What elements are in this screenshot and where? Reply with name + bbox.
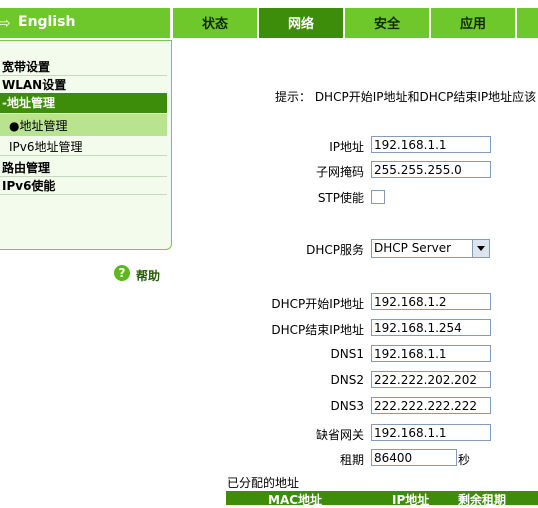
dns3-label: DNS3: [330, 399, 364, 413]
sidebar-item-wlan[interactable]: WLAN设置: [0, 76, 167, 94]
arrow-right-icon: ⇨: [0, 14, 11, 32]
tab-application[interactable]: 应用: [431, 8, 515, 38]
assigned-addresses-title: 已分配的地址: [227, 476, 300, 490]
sidebar: 宽带设置 WLAN设置 -地址管理 ●地址管理 IPv6地址管理 路由管理 IP…: [0, 40, 172, 283]
language-switch[interactable]: ⇨ English: [0, 8, 170, 38]
dhcp-service-select[interactable]: DHCP Server: [371, 239, 490, 258]
sidebar-subitem-ipv6-address[interactable]: IPv6地址管理: [0, 138, 167, 156]
language-label: English: [18, 14, 76, 30]
help-label: 帮助: [136, 269, 161, 283]
lease-input[interactable]: [371, 449, 457, 466]
column-header-lease-remaining: 剩余租期: [458, 493, 507, 507]
stp-label: STP使能: [317, 191, 364, 205]
lease-unit: 秒: [458, 453, 471, 467]
dhcp-start-input[interactable]: [371, 293, 491, 310]
tab-security[interactable]: 安全: [345, 8, 429, 38]
lease-label: 租期: [339, 453, 364, 467]
dhcp-start-label: DHCP开始IP地址: [271, 297, 364, 311]
tab-more[interactable]: [517, 8, 538, 38]
dns2-label: DNS2: [330, 373, 364, 387]
dns1-label: DNS1: [330, 347, 364, 361]
sidebar-subitem-address-management[interactable]: ●地址管理: [0, 114, 167, 136]
subnet-mask-label: 子网掩码: [315, 165, 364, 179]
dhcp-end-label: DHCP结束IP地址: [271, 323, 364, 337]
sidebar-item-routing[interactable]: 路由管理: [0, 159, 167, 177]
column-header-ip: IP地址: [392, 493, 430, 507]
tab-status[interactable]: 状态: [173, 8, 257, 38]
ip-label: IP地址: [329, 140, 364, 154]
dhcp-service-label: DHCP服务: [306, 243, 364, 257]
subnet-mask-input[interactable]: [371, 161, 491, 178]
dhcp-end-input[interactable]: [371, 319, 491, 336]
dhcp-service-value: DHCP Server: [374, 241, 452, 255]
gateway-label: 缺省网关: [315, 428, 364, 442]
assigned-addresses-header: MAC地址 IP地址 剩余租期: [226, 491, 538, 507]
help-icon: ?: [114, 265, 130, 281]
top-navigation-bar: ⇨ English 状态 网络 安全 应用: [0, 0, 538, 38]
dns2-input[interactable]: [371, 371, 491, 388]
stp-checkbox[interactable]: [371, 190, 385, 204]
sidebar-item-broadband[interactable]: 宽带设置: [0, 58, 167, 76]
sidebar-item-address-management[interactable]: -地址管理: [0, 93, 167, 113]
dns3-input[interactable]: [371, 397, 491, 414]
tab-network[interactable]: 网络: [259, 8, 343, 38]
gateway-input[interactable]: [371, 424, 491, 441]
column-header-mac: MAC地址: [268, 493, 323, 507]
sidebar-item-ipv6-enable[interactable]: IPv6使能: [0, 177, 167, 195]
dns1-input[interactable]: [371, 345, 491, 362]
hint-text: 提示： DHCP开始IP地址和DHCP结束IP地址应该: [275, 90, 537, 104]
top-strip: [0, 0, 538, 8]
ip-address-input[interactable]: [371, 136, 491, 153]
dropdown-arrow-icon: [472, 240, 489, 257]
